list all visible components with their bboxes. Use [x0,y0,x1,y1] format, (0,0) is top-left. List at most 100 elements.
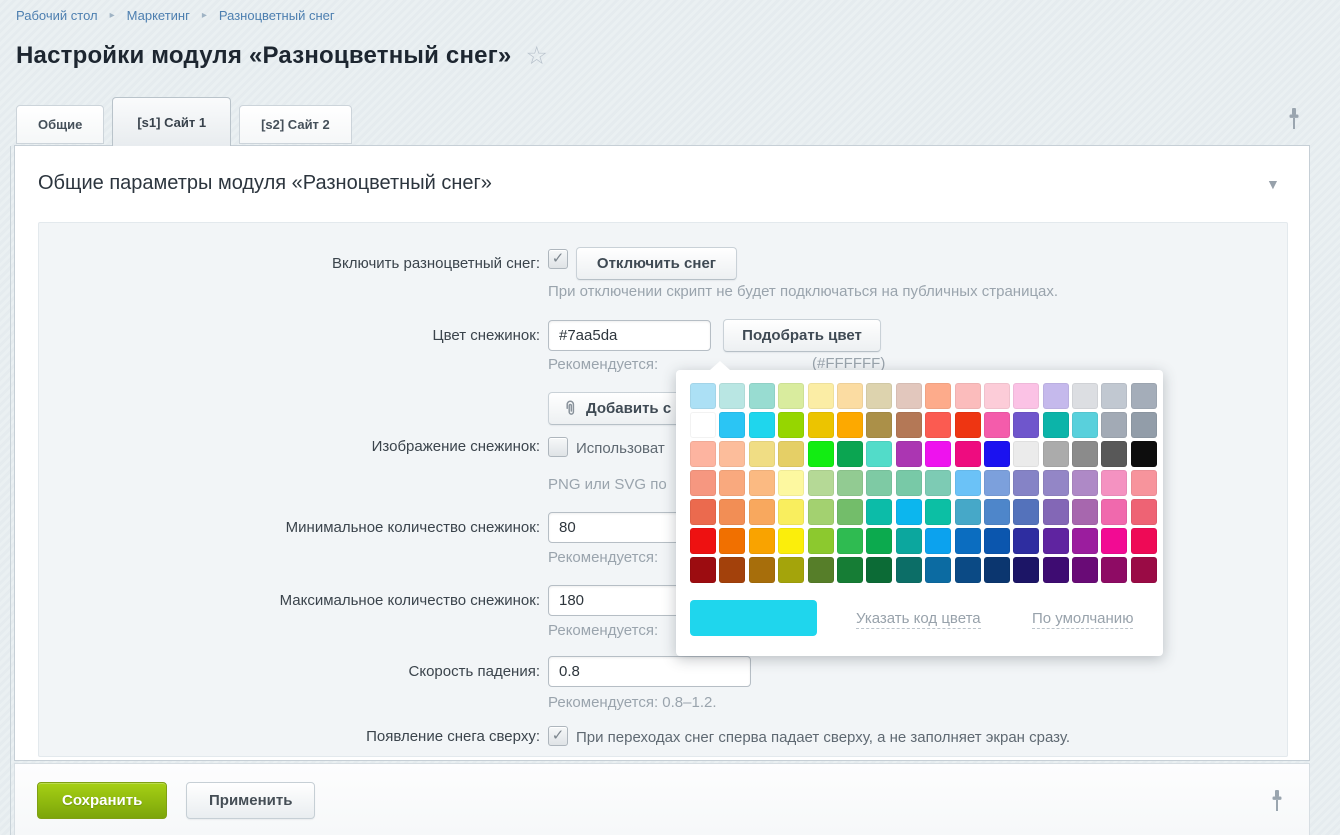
chevron-down-icon[interactable]: ▼ [1266,176,1280,192]
palette-swatch[interactable] [749,528,775,554]
palette-swatch[interactable] [749,557,775,583]
set-color-code-link[interactable]: Указать код цвета [856,610,981,629]
palette-swatch[interactable] [1101,499,1127,525]
palette-swatch[interactable] [749,383,775,409]
palette-swatch[interactable] [1043,412,1069,438]
palette-swatch[interactable] [1101,528,1127,554]
palette-swatch[interactable] [1072,412,1098,438]
palette-swatch[interactable] [1131,441,1157,467]
palette-swatch[interactable] [749,412,775,438]
palette-swatch[interactable] [837,383,863,409]
default-color-link[interactable]: По умолчанию [1032,610,1133,629]
palette-swatch[interactable] [1131,557,1157,583]
palette-swatch[interactable] [690,441,716,467]
palette-swatch[interactable] [984,557,1010,583]
palette-swatch[interactable] [778,383,804,409]
palette-swatch[interactable] [837,470,863,496]
palette-swatch[interactable] [925,441,951,467]
palette-swatch[interactable] [896,470,922,496]
palette-swatch[interactable] [778,470,804,496]
palette-swatch[interactable] [955,441,981,467]
palette-swatch[interactable] [1101,412,1127,438]
palette-swatch[interactable] [896,557,922,583]
pin-icon[interactable] [1270,789,1284,818]
palette-swatch[interactable] [984,383,1010,409]
palette-swatch[interactable] [1072,470,1098,496]
palette-swatch[interactable] [1101,557,1127,583]
palette-swatch[interactable] [808,441,834,467]
palette-swatch[interactable] [925,557,951,583]
palette-swatch[interactable] [955,557,981,583]
palette-swatch[interactable] [778,528,804,554]
palette-swatch[interactable] [778,441,804,467]
palette-swatch[interactable] [719,499,745,525]
palette-swatch[interactable] [690,470,716,496]
palette-swatch[interactable] [749,499,775,525]
palette-swatch[interactable] [955,412,981,438]
palette-swatch[interactable] [1043,383,1069,409]
palette-swatch[interactable] [808,528,834,554]
palette-swatch[interactable] [1013,412,1039,438]
apply-button[interactable]: Применить [186,782,315,819]
snow-from-top-checkbox[interactable]: ✓ [548,726,568,746]
palette-swatch[interactable] [896,499,922,525]
snow-image-checkbox[interactable]: ✓ [548,437,568,457]
palette-swatch[interactable] [719,383,745,409]
palette-swatch[interactable] [808,470,834,496]
palette-swatch[interactable] [1043,528,1069,554]
palette-swatch[interactable] [866,383,892,409]
breadcrumb-link-marketing[interactable]: Маркетинг [127,8,190,23]
palette-swatch[interactable] [984,528,1010,554]
tab-site1[interactable]: [s1] Сайт 1 [112,97,231,146]
palette-swatch[interactable] [1131,412,1157,438]
palette-swatch[interactable] [984,470,1010,496]
palette-swatch[interactable] [719,528,745,554]
pin-icon[interactable] [1287,107,1301,136]
palette-swatch[interactable] [866,528,892,554]
palette-swatch[interactable] [719,441,745,467]
palette-swatch[interactable] [984,499,1010,525]
palette-swatch[interactable] [1013,557,1039,583]
fall-speed-input[interactable] [548,656,751,687]
palette-swatch[interactable] [1043,499,1069,525]
palette-swatch[interactable] [866,557,892,583]
palette-swatch[interactable] [955,528,981,554]
palette-swatch[interactable] [837,412,863,438]
snow-color-input[interactable] [548,320,711,351]
favorite-star-icon[interactable]: ☆ [525,44,547,68]
enable-snow-checkbox[interactable]: ✓ [548,249,568,269]
palette-swatch[interactable] [925,412,951,438]
palette-swatch[interactable] [749,441,775,467]
palette-swatch[interactable] [808,557,834,583]
palette-swatch[interactable] [690,499,716,525]
palette-swatch[interactable] [1131,499,1157,525]
palette-swatch[interactable] [778,499,804,525]
palette-swatch[interactable] [955,499,981,525]
tab-general[interactable]: Общие [16,105,104,144]
palette-swatch[interactable] [866,412,892,438]
palette-swatch[interactable] [690,528,716,554]
palette-swatch[interactable] [1101,470,1127,496]
palette-swatch[interactable] [808,383,834,409]
palette-swatch[interactable] [984,441,1010,467]
palette-swatch[interactable] [866,499,892,525]
breadcrumb-link-desktop[interactable]: Рабочий стол [16,8,98,23]
palette-swatch[interactable] [1013,470,1039,496]
palette-swatch[interactable] [1072,557,1098,583]
tab-site2[interactable]: [s2] Сайт 2 [239,105,352,144]
palette-swatch[interactable] [690,557,716,583]
palette-swatch[interactable] [690,383,716,409]
palette-swatch[interactable] [837,441,863,467]
palette-swatch[interactable] [1013,383,1039,409]
palette-swatch[interactable] [896,528,922,554]
palette-swatch[interactable] [955,383,981,409]
palette-swatch[interactable] [1131,470,1157,496]
palette-swatch[interactable] [1043,441,1069,467]
palette-swatch[interactable] [896,412,922,438]
palette-swatch[interactable] [837,557,863,583]
palette-swatch[interactable] [1131,528,1157,554]
palette-swatch[interactable] [837,528,863,554]
palette-swatch[interactable] [925,470,951,496]
palette-swatch[interactable] [1013,441,1039,467]
palette-swatch[interactable] [896,441,922,467]
